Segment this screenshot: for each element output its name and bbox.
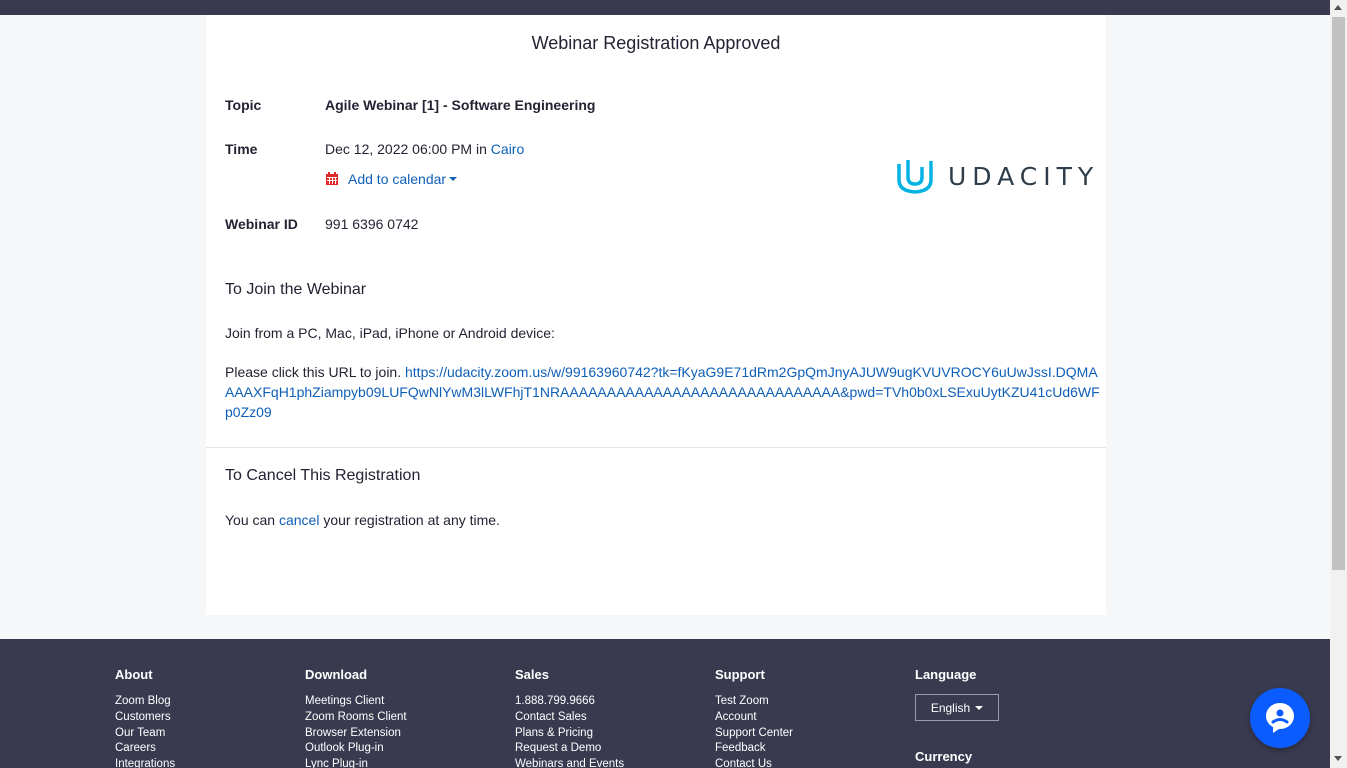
- footer-download-heading: Download: [305, 667, 368, 682]
- footer-link[interactable]: Webinars and Events: [515, 757, 624, 768]
- footer-link[interactable]: Our Team: [115, 726, 175, 742]
- join-url-prefix: Please click this URL to join.: [225, 364, 402, 380]
- scrollbar-thumb[interactable]: [1332, 17, 1345, 570]
- join-heading: To Join the Webinar: [225, 281, 367, 298]
- page-title: Webinar Registration Approved: [531, 33, 781, 53]
- top-bar: [0, 0, 1330, 15]
- language-selected: English: [930, 700, 971, 715]
- time-value: Dec 12, 2022 06:00 PM: [325, 141, 473, 157]
- footer-link[interactable]: Contact Sales: [515, 710, 624, 726]
- footer-link[interactable]: Zoom Rooms Client: [305, 710, 407, 726]
- vertical-scrollbar[interactable]: [1330, 0, 1347, 768]
- footer-link[interactable]: Request a Demo: [515, 741, 624, 757]
- footer-about-heading: About: [115, 667, 153, 682]
- cancel-text-before: You can: [225, 512, 276, 528]
- footer-link[interactable]: Meetings Client: [305, 694, 407, 710]
- scroll-down-icon[interactable]: [1334, 756, 1342, 761]
- time-in-text: in: [476, 141, 487, 157]
- footer: About Zoom Blog Customers Our Team Caree…: [0, 639, 1330, 768]
- footer-language-column: Language English Currency: [915, 667, 999, 764]
- footer-link[interactable]: Lync Plug-in: [305, 757, 407, 768]
- webinar-id-label: Webinar ID: [225, 216, 298, 232]
- chevron-down-icon: [975, 705, 984, 710]
- footer-link[interactable]: Plans & Pricing: [515, 726, 624, 742]
- footer-link[interactable]: Customers: [115, 710, 175, 726]
- footer-support-column: Support Test Zoom Account Support Center…: [715, 667, 793, 768]
- footer-download-column: Download Meetings Client Zoom Rooms Clie…: [305, 667, 407, 768]
- footer-sales-heading: Sales: [515, 667, 549, 682]
- udacity-logo-text: UDACITY: [948, 162, 1100, 191]
- time-zone-link[interactable]: Cairo: [491, 141, 524, 157]
- footer-language-heading: Language: [915, 667, 977, 682]
- section-divider: [206, 447, 1106, 448]
- time-row: Dec 12, 2022 06:00 PM in Cairo: [325, 141, 524, 157]
- cancel-text: You can cancel your registration at any …: [225, 510, 500, 530]
- footer-link[interactable]: Careers: [115, 741, 175, 757]
- language-select[interactable]: English: [915, 694, 999, 721]
- footer-link[interactable]: Account: [715, 710, 793, 726]
- chat-button[interactable]: [1250, 688, 1310, 748]
- footer-link[interactable]: Support Center: [715, 726, 793, 742]
- cancel-link[interactable]: cancel: [279, 512, 319, 528]
- footer-link[interactable]: Test Zoom: [715, 694, 793, 710]
- footer-support-heading: Support: [715, 667, 765, 682]
- join-devices-text: Join from a PC, Mac, iPad, iPhone or And…: [225, 325, 555, 341]
- webinar-id-value: 991 6396 0742: [325, 216, 419, 232]
- chevron-down-icon: [449, 177, 458, 181]
- footer-link[interactable]: Integrations: [115, 757, 175, 768]
- footer-link[interactable]: 1.888.799.9666: [515, 694, 624, 710]
- cancel-text-after: your registration at any time.: [323, 512, 500, 528]
- udacity-logo: UDACITY: [896, 158, 1099, 195]
- time-label: Time: [225, 141, 258, 157]
- scroll-up-icon[interactable]: [1334, 5, 1342, 10]
- footer-currency-heading: Currency: [915, 749, 973, 764]
- topic-value: Agile Webinar [1] - Software Engineering: [325, 97, 596, 113]
- add-to-calendar-label: Add to calendar: [348, 171, 447, 187]
- cancel-heading: To Cancel This Registration: [225, 467, 421, 484]
- footer-about-column: About Zoom Blog Customers Our Team Caree…: [115, 667, 175, 768]
- calendar-icon: [326, 172, 338, 185]
- topic-label: Topic: [225, 97, 262, 113]
- footer-link[interactable]: Contact Us: [715, 757, 793, 768]
- footer-link[interactable]: Feedback: [715, 741, 793, 757]
- udacity-logo-icon: [897, 160, 933, 194]
- join-url-block: Please click this URL to join. https://u…: [225, 362, 1105, 422]
- footer-link[interactable]: Outlook Plug-in: [305, 741, 407, 757]
- registration-card: Webinar Registration Approved Topic Agil…: [206, 15, 1106, 615]
- add-to-calendar-button[interactable]: Add to calendar: [325, 171, 458, 187]
- chat-bot-icon: [1266, 703, 1294, 733]
- footer-link[interactable]: Zoom Blog: [115, 694, 175, 710]
- footer-link[interactable]: Browser Extension: [305, 726, 407, 742]
- footer-sales-column: Sales 1.888.799.9666 Contact Sales Plans…: [515, 667, 624, 768]
